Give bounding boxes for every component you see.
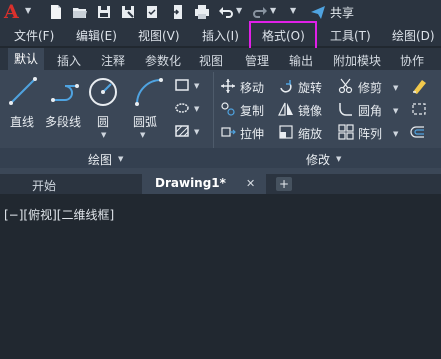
circle-icon[interactable] xyxy=(87,76,119,108)
tab-default[interactable]: 默认 xyxy=(8,48,45,70)
rotate-icon[interactable] xyxy=(278,78,294,94)
arc-dropdown-icon[interactable]: ▼ xyxy=(140,131,145,139)
tab-collaborate[interactable]: 协作 xyxy=(400,52,424,69)
explode-icon[interactable] xyxy=(410,101,428,117)
tab-view[interactable]: 视图 xyxy=(199,52,223,69)
undo-icon[interactable] xyxy=(218,4,234,20)
move-icon[interactable] xyxy=(220,78,236,94)
scale-icon[interactable] xyxy=(278,124,294,140)
stretch-label[interactable]: 拉伸 xyxy=(240,125,264,142)
ribbon-footer xyxy=(0,148,441,168)
add-tab-icon[interactable]: + xyxy=(276,177,292,191)
hatch-icon[interactable] xyxy=(174,124,190,138)
polyline-icon[interactable] xyxy=(50,80,82,106)
scale-label[interactable]: 缩放 xyxy=(298,125,322,142)
menu-insert[interactable]: 插入(I) xyxy=(202,27,239,44)
print-icon[interactable] xyxy=(194,4,210,20)
save-as-icon[interactable] xyxy=(120,4,136,20)
menu-bar: 文件(F) 编辑(E) 视图(V) 插入(I) 格式(O) 工具(T) 绘图(D… xyxy=(0,24,441,46)
modify-panel-expand-icon[interactable]: ▼ xyxy=(336,155,341,163)
array-label[interactable]: 阵列 xyxy=(358,125,382,142)
ellipse-dropdown-icon[interactable]: ▼ xyxy=(194,105,199,113)
ribbon-tabs: 默认 插入 注释 参数化 视图 管理 输出 附加模块 协作 xyxy=(0,48,441,70)
line-icon[interactable] xyxy=(8,76,38,106)
copy-icon[interactable] xyxy=(220,101,236,117)
close-icon[interactable]: ✕ xyxy=(246,177,255,190)
arc-label[interactable]: 圆弧 xyxy=(133,113,157,130)
move-label[interactable]: 移动 xyxy=(240,79,264,96)
share-button[interactable]: 共享 xyxy=(330,4,354,21)
fillet-icon[interactable] xyxy=(338,101,354,117)
trim-dropdown-icon[interactable]: ▼ xyxy=(393,84,398,92)
tab-insert[interactable]: 插入 xyxy=(57,52,81,69)
fillet-dropdown-icon[interactable]: ▼ xyxy=(393,107,398,115)
save-icon[interactable] xyxy=(96,4,112,20)
hatch-dropdown-icon[interactable]: ▼ xyxy=(194,128,199,136)
rectangle-dropdown-icon[interactable]: ▼ xyxy=(194,82,199,90)
chevron-down-icon[interactable]: ▼ xyxy=(25,6,31,15)
redo-icon[interactable] xyxy=(252,4,268,20)
modify-panel-title[interactable]: 修改 xyxy=(306,151,330,168)
share-icon[interactable] xyxy=(310,4,326,20)
new-icon[interactable] xyxy=(48,4,64,20)
menu-view[interactable]: 视图(V) xyxy=(138,27,180,44)
trim-label[interactable]: 修剪 xyxy=(358,79,382,96)
arc-icon[interactable] xyxy=(133,76,165,108)
undo-dropdown-icon[interactable]: ▼ xyxy=(236,6,242,15)
menu-tools[interactable]: 工具(T) xyxy=(330,27,371,44)
open-file-icon[interactable] xyxy=(170,4,186,20)
stretch-icon[interactable] xyxy=(220,124,236,140)
fillet-label[interactable]: 圆角 xyxy=(358,102,382,119)
circle-dropdown-icon[interactable]: ▼ xyxy=(101,131,106,139)
array-icon[interactable] xyxy=(338,124,354,140)
menu-draw[interactable]: 绘图(D) xyxy=(392,27,435,44)
tab-addins[interactable]: 附加模块 xyxy=(333,52,381,69)
erase-icon[interactable] xyxy=(410,78,428,94)
tab-annotate[interactable]: 注释 xyxy=(101,52,125,69)
tab-output[interactable]: 输出 xyxy=(289,52,313,69)
polyline-label[interactable]: 多段线 xyxy=(45,113,81,130)
rectangle-icon[interactable] xyxy=(174,78,190,92)
draw-panel-expand-icon[interactable]: ▼ xyxy=(118,155,123,163)
line-label[interactable]: 直线 xyxy=(10,113,34,130)
menu-file[interactable]: 文件(F) xyxy=(14,27,54,44)
offset-icon[interactable] xyxy=(410,124,428,140)
circle-label[interactable]: 圆 xyxy=(97,113,109,130)
app-logo[interactable]: A xyxy=(4,1,19,23)
rotate-label[interactable]: 旋转 xyxy=(298,79,322,96)
menu-edit[interactable]: 编辑(E) xyxy=(76,27,117,44)
tab-parametric[interactable]: 参数化 xyxy=(145,52,181,69)
mirror-label[interactable]: 镜像 xyxy=(298,102,322,119)
draw-panel-title[interactable]: 绘图 xyxy=(88,151,112,168)
tab-manage[interactable]: 管理 xyxy=(245,52,269,69)
doc-tab-drawing1-label[interactable]: Drawing1* xyxy=(155,176,226,190)
doc-tab-start-label[interactable]: 开始 xyxy=(32,177,56,194)
trim-icon[interactable] xyxy=(338,78,354,94)
redo-dropdown-icon[interactable]: ▼ xyxy=(270,6,276,15)
viewport-controls[interactable]: [−][俯视][二维线框] xyxy=(4,206,114,223)
ellipse-icon[interactable] xyxy=(174,101,190,115)
open-icon[interactable] xyxy=(72,4,88,20)
mirror-icon[interactable] xyxy=(278,101,294,117)
customize-icon[interactable]: ▼ xyxy=(290,6,296,15)
array-dropdown-icon[interactable]: ▼ xyxy=(393,130,398,138)
quick-access-toolbar: A ▼ ▼ ▼ ▼ 共享 xyxy=(0,0,441,24)
copy-label[interactable]: 复制 xyxy=(240,102,264,119)
cloud-icon[interactable] xyxy=(144,4,160,20)
